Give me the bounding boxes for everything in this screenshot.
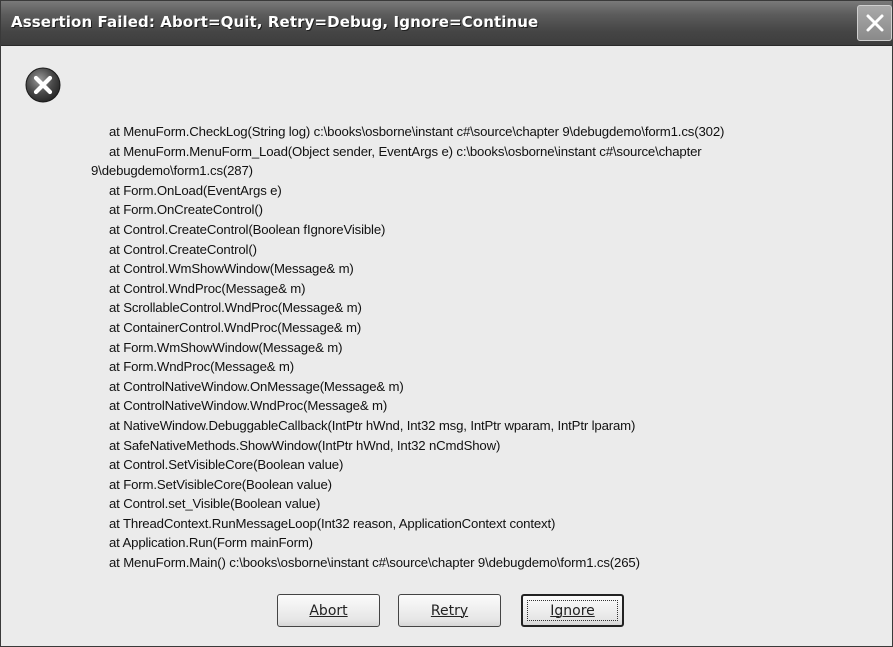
stack-trace-line: at MenuForm.Main() c:\books\osborne\inst… bbox=[109, 555, 640, 571]
stack-trace-line: at Control.SetVisibleCore(Boolean value) bbox=[109, 457, 344, 473]
assertion-dialog: Assertion Failed: Abort=Quit, Retry=Debu… bbox=[0, 0, 893, 647]
focus-rectangle bbox=[527, 600, 618, 621]
ignore-button[interactable]: Ignore bbox=[521, 594, 624, 627]
stack-trace-line: at NativeWindow.DebuggableCallback(IntPt… bbox=[109, 417, 636, 433]
stack-trace-line: at ScrollableControl.WndProc(Message& m) bbox=[109, 300, 362, 316]
stack-trace-line: at SafeNativeMethods.ShowWindow(IntPtr h… bbox=[109, 437, 501, 453]
error-circle-x-icon bbox=[25, 67, 61, 103]
stack-trace-text: at MenuForm.CheckLog(String log) c:\book… bbox=[91, 122, 881, 573]
stack-trace-line: at ControlNativeWindow.WndProc(Message& … bbox=[109, 398, 388, 414]
stack-trace-line: at ContainerControl.WndProc(Message& m) bbox=[109, 319, 362, 335]
stack-trace-line: at ThreadContext.RunMessageLoop(Int32 re… bbox=[109, 515, 556, 531]
retry-button-label: Retry bbox=[430, 602, 469, 619]
close-x-icon bbox=[866, 14, 884, 32]
title-bar[interactable]: Assertion Failed: Abort=Quit, Retry=Debu… bbox=[1, 1, 892, 46]
window-title: Assertion Failed: Abort=Quit, Retry=Debu… bbox=[11, 13, 539, 31]
abort-button-label: Abort bbox=[309, 602, 348, 619]
stack-trace-line: at Form.WndProc(Message& m) bbox=[109, 359, 295, 375]
stack-trace-line: at Form.WmShowWindow(Message& m) bbox=[109, 339, 343, 355]
stack-trace-line: at Form.SetVisibleCore(Boolean value) bbox=[109, 476, 332, 492]
stack-trace-line: at MenuForm.CheckLog(String log) c:\book… bbox=[109, 124, 725, 139]
retry-button[interactable]: Retry bbox=[398, 594, 501, 627]
stack-trace-line: at MenuForm.MenuForm_Load(Object sender,… bbox=[109, 143, 702, 159]
close-button[interactable] bbox=[857, 5, 892, 41]
stack-trace-line-continuation: 9\debugdemo\form1.cs(287) bbox=[91, 163, 253, 179]
stack-trace-line: at Control.CreateControl() bbox=[109, 241, 257, 257]
stack-trace-line: at Control.WndProc(Message& m) bbox=[109, 280, 306, 296]
stack-trace-line: at Form.OnCreateControl() bbox=[109, 202, 263, 218]
stack-trace-line: at ControlNativeWindow.OnMessage(Message… bbox=[109, 378, 404, 394]
stack-trace-line: at Control.set_Visible(Boolean value) bbox=[109, 496, 321, 512]
stack-trace-line: at Application.Run(Form mainForm) bbox=[109, 535, 313, 551]
stack-trace-line: at Form.OnLoad(EventArgs e) bbox=[109, 182, 282, 198]
abort-button[interactable]: Abort bbox=[277, 594, 380, 627]
stack-trace-line: at Control.WmShowWindow(Message& m) bbox=[109, 261, 354, 277]
stack-trace-line: at Control.CreateControl(Boolean fIgnore… bbox=[109, 221, 386, 237]
